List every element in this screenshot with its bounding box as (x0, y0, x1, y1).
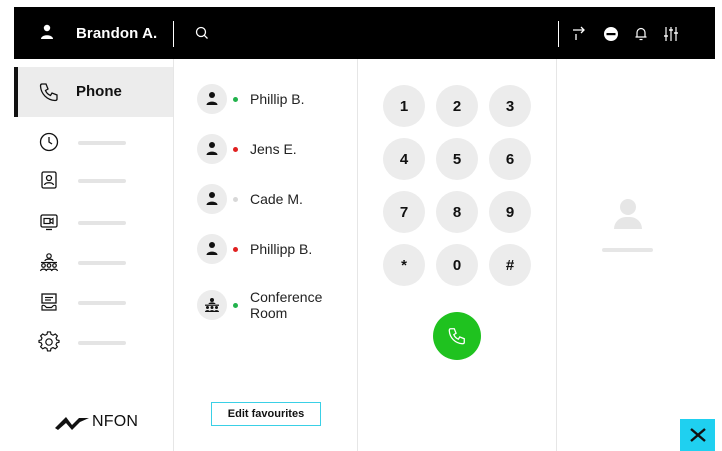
call-button[interactable] (433, 312, 481, 360)
favourite-name: Jens E. (250, 141, 297, 157)
status-dot (233, 302, 238, 308)
dial-key[interactable]: 5 (436, 138, 478, 180)
favourites-list: Phillip B. Jens E. Cade M. Phillipp B. C… (175, 59, 358, 451)
user-icon (206, 242, 218, 255)
phone-icon (39, 83, 58, 102)
logo-text: NFON (92, 413, 139, 430)
placeholder-label (78, 179, 126, 183)
divider (558, 21, 559, 47)
sidebar-item-contacts[interactable] (14, 165, 173, 195)
settings-icon (38, 331, 60, 352)
top-bar: Brandon A. (14, 7, 715, 59)
avatar (197, 184, 227, 214)
avatar (197, 290, 227, 320)
divider (173, 21, 174, 47)
phone-icon (448, 328, 465, 345)
status-dot (233, 246, 238, 252)
dial-key[interactable]: * (383, 244, 425, 286)
favourite-name: Cade M. (250, 191, 303, 207)
edit-favourites-button[interactable]: Edit favourites (211, 402, 321, 426)
user-icon (206, 192, 218, 205)
conference-icon (39, 253, 59, 272)
sidebar-item-label: Phone (76, 83, 122, 100)
sidebar: Phone NFON (14, 59, 174, 451)
favourite-item[interactable]: Phillip B. (197, 82, 304, 116)
placeholder-label (78, 301, 126, 305)
placeholder-label (78, 261, 126, 265)
dial-key[interactable]: 0 (436, 244, 478, 286)
status-dot (233, 146, 238, 152)
dial-key[interactable]: 6 (489, 138, 531, 180)
status-dot (233, 96, 238, 102)
contact-placeholder-name (602, 248, 653, 252)
sidebar-item-video[interactable] (14, 207, 173, 237)
clock-icon (39, 132, 59, 152)
contact-placeholder-avatar-body (614, 217, 642, 229)
nfon-logo-mark (55, 417, 89, 430)
placeholder-label (78, 341, 126, 345)
contact-placeholder-avatar (620, 199, 636, 215)
nfon-logo: NFON (54, 413, 138, 431)
placeholder-label (78, 141, 126, 145)
contacts-icon (41, 171, 57, 189)
dial-key[interactable]: 1 (383, 85, 425, 127)
avatar (197, 84, 227, 114)
placeholder-label (78, 221, 126, 225)
sliders-icon[interactable] (662, 25, 680, 43)
dialpad: 1 2 3 4 5 6 7 8 9 * 0 # (359, 59, 557, 451)
user-icon (206, 142, 218, 155)
dial-key[interactable]: 2 (436, 85, 478, 127)
favourite-item[interactable]: Cade M. (197, 182, 303, 216)
dial-key[interactable]: 4 (383, 138, 425, 180)
sidebar-item-phone[interactable]: Phone (14, 67, 173, 117)
contact-detail-panel (558, 59, 715, 451)
search-icon[interactable] (194, 25, 210, 41)
favourite-item[interactable]: Conference Room (197, 288, 340, 322)
sidebar-item-voicemail[interactable] (14, 287, 173, 317)
user-name[interactable]: Brandon A. (76, 25, 157, 42)
close-icon (689, 428, 706, 442)
video-icon (40, 214, 58, 231)
collapse-button[interactable] (680, 419, 715, 451)
dial-key[interactable]: # (489, 244, 531, 286)
do-not-disturb-icon[interactable] (602, 25, 620, 43)
user-icon (41, 24, 53, 39)
dial-key[interactable]: 3 (489, 85, 531, 127)
avatar (197, 134, 227, 164)
favourite-name: Conference Room (250, 289, 323, 321)
status-dot (233, 196, 238, 202)
sidebar-item-settings[interactable] (14, 327, 173, 357)
dial-key[interactable]: 7 (383, 191, 425, 233)
favourite-name: Phillipp B. (250, 241, 313, 257)
favourite-name: Phillip B. (250, 91, 305, 107)
sidebar-item-history[interactable] (14, 127, 173, 157)
conference-icon (205, 298, 219, 312)
dial-key[interactable]: 9 (489, 191, 531, 233)
sidebar-item-conference[interactable] (14, 247, 173, 277)
favourite-item[interactable]: Phillipp B. (197, 232, 312, 266)
user-icon (206, 92, 218, 105)
voicemail-icon (41, 293, 57, 311)
avatar (197, 234, 227, 264)
dial-key[interactable]: 8 (436, 191, 478, 233)
bell-icon[interactable] (632, 25, 650, 43)
call-forward-icon[interactable] (570, 25, 588, 43)
favourite-item[interactable]: Jens E. (197, 132, 297, 166)
